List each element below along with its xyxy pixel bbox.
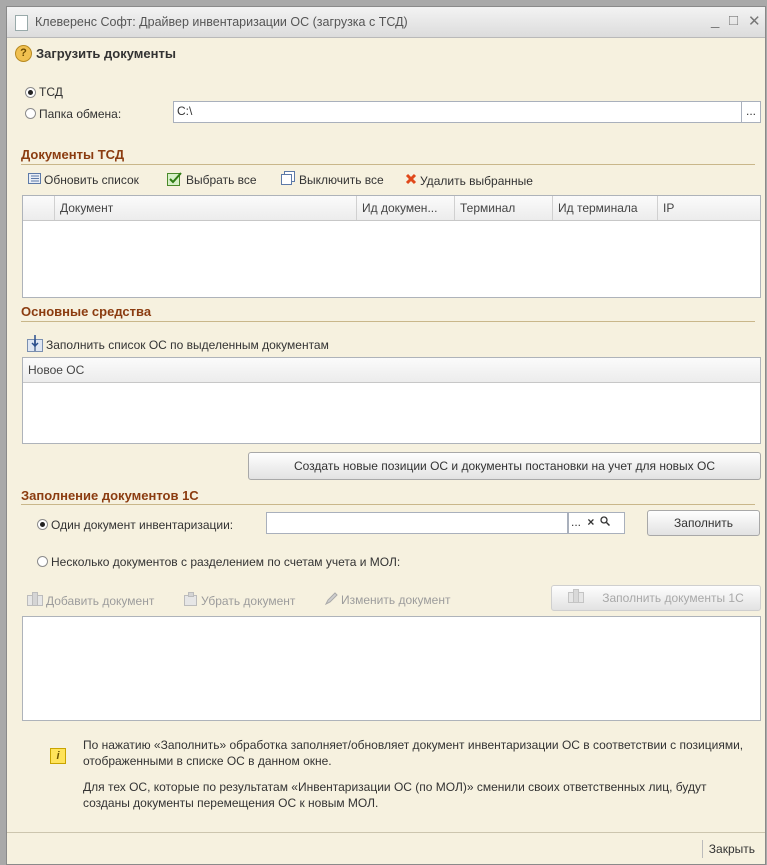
remove-document-label: Убрать документ <box>201 593 296 608</box>
fill-documents-icon <box>568 587 585 611</box>
add-document-icon <box>27 592 43 609</box>
edit-document-button[interactable]: Изменить документ <box>324 592 451 608</box>
fill-1c-documents-label: Заполнить документы 1С <box>602 591 744 605</box>
refresh-list-label: Обновить список <box>44 173 139 187</box>
add-document-label: Добавить документ <box>46 593 155 608</box>
folder-radio[interactable] <box>25 108 36 119</box>
footer-separator <box>702 840 703 858</box>
fill-assets-list-label: Заполнить список ОС по выделенным докуме… <box>46 338 329 352</box>
inventory-document-input[interactable] <box>266 512 568 534</box>
title-bar: Клеверенс Софт: Драйвер инвентаризации О… <box>7 7 765 38</box>
select-all-label: Выбрать все <box>186 173 257 187</box>
fixed-assets-title: Основные средства <box>21 304 152 319</box>
help-icon[interactable]: ? <box>15 45 32 62</box>
info-icon: i <box>50 748 66 764</box>
list-icon <box>28 173 41 187</box>
column-header-terminal[interactable]: Терминал <box>455 196 553 220</box>
column-header-terminal-id[interactable]: Ид терминала <box>553 196 658 220</box>
multiple-documents-label[interactable]: Несколько документов с разделением по сч… <box>51 555 400 569</box>
close-button[interactable]: Закрыть <box>709 842 755 856</box>
pencil-icon <box>324 592 338 608</box>
checkbox-empty-icon <box>281 171 296 189</box>
single-document-label[interactable]: Один документ инвентаризации: <box>51 518 233 532</box>
fixed-assets-table[interactable]: Новое ОС <box>22 357 761 444</box>
column-header-ip[interactable]: IP <box>658 196 760 220</box>
info-paragraph-1: По нажатию «Заполнить» обработка заполня… <box>83 738 744 768</box>
tsd-radio[interactable] <box>25 87 36 98</box>
edit-document-label: Изменить документ <box>341 593 451 607</box>
documents-1c-list[interactable] <box>22 616 761 721</box>
add-document-button[interactable]: Добавить документ <box>27 592 154 609</box>
document-icon <box>15 15 28 31</box>
maximize-button[interactable]: □ <box>729 12 738 29</box>
delete-selected-button[interactable]: Удалить выбранные <box>405 173 533 188</box>
folder-path-input[interactable]: C:\ <box>173 101 743 123</box>
tsd-radio-label[interactable]: ТСД <box>39 85 63 99</box>
delete-x-icon <box>405 173 417 188</box>
clear-document-button[interactable]: × <box>587 515 594 529</box>
checkbox-checked-icon <box>167 171 183 189</box>
load-documents-button[interactable]: Загрузить документы <box>36 46 176 61</box>
form-header: ? Загрузить документы <box>7 37 765 69</box>
deselect-all-button[interactable]: Выключить все <box>281 171 384 189</box>
fill-1c-documents-button[interactable]: Заполнить документы 1С <box>551 585 761 611</box>
refresh-list-button[interactable]: Обновить список <box>28 173 139 187</box>
tsd-documents-header: Документ Ид докумен... Терминал Ид терми… <box>23 196 760 221</box>
main-window: Клеверенс Софт: Драйвер инвентаризации О… <box>6 6 766 865</box>
delete-selected-label: Удалить выбранные <box>420 173 533 188</box>
create-new-assets-button[interactable]: Создать новые позиции ОС и документы пос… <box>248 452 761 480</box>
folder-radio-label[interactable]: Папка обмена: <box>39 107 121 121</box>
fill-button[interactable]: Заполнить <box>647 510 760 536</box>
remove-document-icon <box>184 592 198 609</box>
column-header-document-id[interactable]: Ид докумен... <box>357 196 455 220</box>
fixed-assets-header: Новое ОС <box>23 358 760 383</box>
column-header-marker <box>23 196 55 220</box>
folder-browse-button[interactable]: ... <box>741 101 761 123</box>
fill-1c-title: Заполнение документов 1С <box>21 488 199 503</box>
single-document-radio[interactable] <box>37 519 48 530</box>
select-document-button[interactable]: ... <box>571 515 581 529</box>
search-icon[interactable] <box>600 515 610 529</box>
remove-document-button[interactable]: Убрать документ <box>184 592 295 609</box>
window-title: Клеверенс Софт: Драйвер инвентаризации О… <box>35 15 408 29</box>
tsd-documents-table[interactable]: Документ Ид докумен... Терминал Ид терми… <box>22 195 761 298</box>
section-divider <box>21 504 755 505</box>
inventory-document-controls: ... × <box>568 512 625 534</box>
multiple-documents-radio[interactable] <box>37 556 48 567</box>
select-all-button[interactable]: Выбрать все <box>167 171 257 189</box>
deselect-all-label: Выключить все <box>299 173 384 187</box>
section-divider <box>21 164 755 165</box>
column-header-new-asset[interactable]: Новое ОС <box>23 358 760 382</box>
fill-assets-list-button[interactable]: Заполнить список ОС по выделенным докуме… <box>27 335 329 355</box>
footer-bar: Закрыть <box>7 832 765 864</box>
fill-list-icon <box>27 335 43 355</box>
minimize-button[interactable]: _ <box>711 12 719 29</box>
section-divider <box>21 321 755 322</box>
close-window-button[interactable]: ✕ <box>748 12 761 30</box>
tsd-documents-title: Документы ТСД <box>21 147 125 162</box>
column-header-document[interactable]: Документ <box>55 196 357 220</box>
info-paragraph-2: Для тех ОС, которые по результатам «Инве… <box>83 780 707 810</box>
